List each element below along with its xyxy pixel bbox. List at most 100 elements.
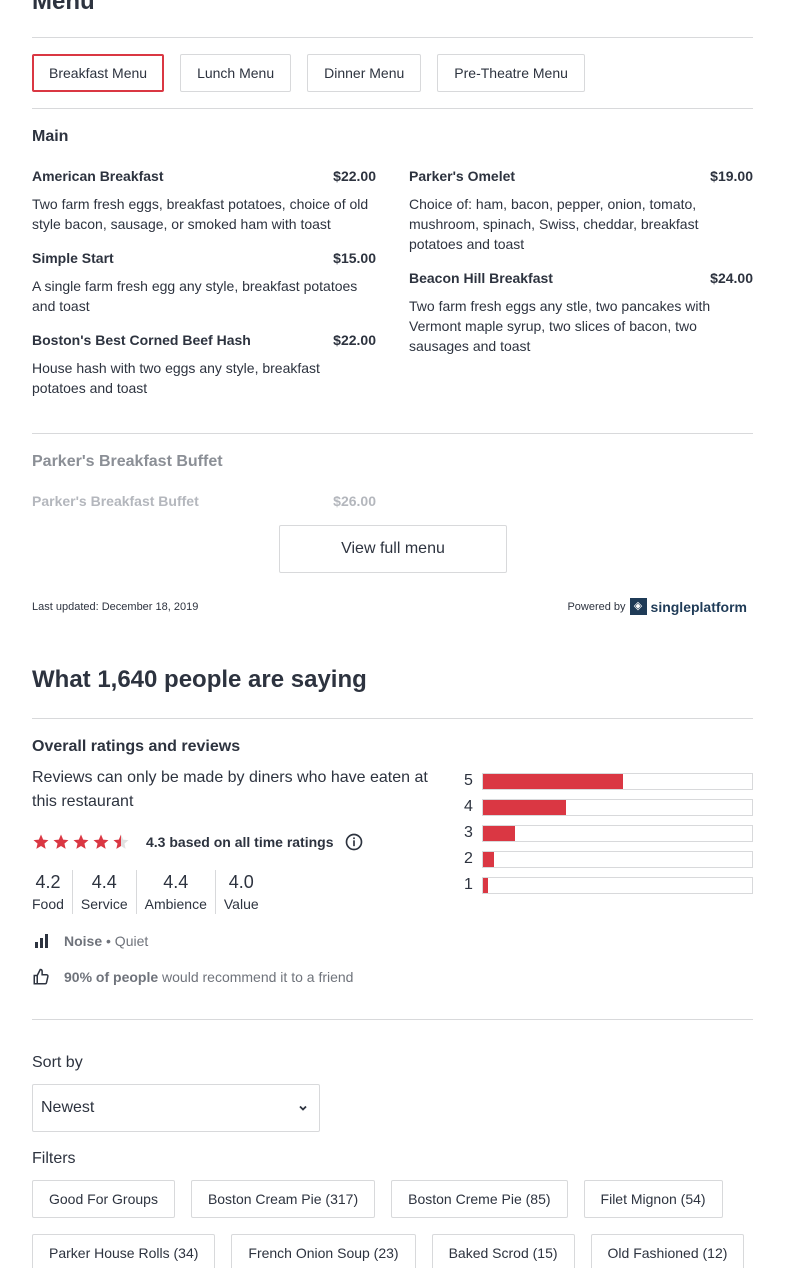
rating-bar-star: 1 [464,876,473,893]
menu-item-description: Choice of: ham, bacon, pepper, onion, to… [409,196,699,252]
overall-rating-text: 4.3 based on all time ratings [146,834,334,850]
menu-item-price: $22.00 [333,168,376,184]
tab-breakfast-menu[interactable]: Breakfast Menu [32,54,165,92]
page-title: Menu [32,0,95,15]
sort-select[interactable]: Newest [32,1084,320,1132]
rating-bar-track [482,824,753,842]
chevron-down-icon [299,1105,307,1111]
noise-value: • Quiet [106,933,149,949]
star-icon [33,834,49,849]
subrating-label: Food [32,896,64,912]
menu-item-name: Parker's Breakfast Buffet [32,493,199,509]
menu-column-right: Parker's Omelet $19.00 Choice of: ham, ba… [409,166,753,370]
menu-item-description: Two farm fresh eggs any stle, two pancak… [409,298,711,354]
tab-dinner-menu[interactable]: Dinner Menu [307,54,422,92]
sort-selected-value: Newest [41,1099,95,1116]
divider [32,433,753,434]
thumbs-up-icon [33,968,49,985]
menu-item-name: American Breakfast [32,168,164,184]
filter-chip[interactable]: Old Fashioned (12) [590,1234,745,1268]
rating-bar-row[interactable]: 5 [464,768,753,794]
noise-level: Noise • Quiet [32,932,148,950]
filter-chip[interactable]: Baked Scrod (15) [431,1234,575,1268]
filter-chip[interactable]: Filet Mignon (54) [583,1180,723,1218]
sub-ratings: 4.2 Food 4.4 Service 4.4 Ambience 4.0 Value [32,870,267,914]
rating-bar-fill [483,877,489,893]
rating-bar-fill [483,851,494,867]
divider [32,37,753,38]
menu-item: Simple Start $15.00 A single farm fresh e… [32,248,376,316]
divider [32,108,753,109]
menu-section-title: Parker's Breakfast Buffet [32,453,223,470]
rating-bar-row[interactable]: 2 [464,846,753,872]
menu-item: Parker's Omelet $19.00 Choice of: ham, ba… [409,166,753,254]
menu-item-name: Boston's Best Corned Beef Hash [32,332,251,348]
half-star-icon [113,834,129,849]
subrating-value: 4.4 [91,872,117,892]
singleplatform-logo[interactable]: ◈ singleplatform [629,598,747,615]
menu-section-title: Main [32,128,69,145]
rating-bar-row[interactable]: 1 [464,872,753,898]
filter-chip[interactable]: Parker House Rolls (34) [32,1234,216,1268]
menu-item-price: $19.00 [710,168,753,184]
filter-chip[interactable]: French Onion Soup (23) [231,1234,416,1268]
filter-chip[interactable]: Boston Cream Pie (317) [190,1180,376,1218]
noise-bars-icon [35,934,48,948]
tab-pre-theatre-menu[interactable]: Pre-Theatre Menu [437,54,585,92]
filter-chip[interactable]: Good For Groups [32,1180,175,1218]
menu-item-name: Parker's Omelet [409,168,516,184]
singleplatform-brand: singleplatform [650,598,747,615]
star-icon [93,834,109,849]
filter-chip[interactable]: Boston Creme Pie (85) [391,1180,568,1218]
view-full-menu-button[interactable]: View full menu [279,525,507,573]
star-icon [53,834,69,849]
menu-item-price: $26.00 [333,493,376,509]
divider [32,718,753,719]
menu-item-description: House hash with two eggs any style, brea… [32,360,320,396]
noise-label: Noise [64,933,103,949]
rating-bar-star: 4 [464,798,473,815]
rating-bar-row[interactable]: 3 [464,820,753,846]
rating-bar-fill [483,825,516,841]
singleplatform-logo-icon: ◈ [629,598,647,615]
subrating-value: 4.0 [228,872,254,892]
menu-item-name: Simple Start [32,250,114,266]
rating-bar-track [482,772,753,790]
rating-bar-star: 2 [464,850,473,867]
subrating-value: 4.4 [163,872,189,892]
rating-bar-fill [483,773,623,789]
rating-bar-star: 3 [464,824,473,841]
menu-item-price: $15.00 [333,250,376,266]
subrating-food: 4.2 Food [32,870,72,914]
rating-bar-track [482,876,753,894]
overall-stars: 4.3 based on all time ratings [32,832,364,852]
rating-bar-row[interactable]: 4 [464,794,753,820]
rating-bar-track [482,850,753,868]
sort-label: Sort by [32,1054,83,1071]
subrating-ambience: 4.4 Ambience [135,870,215,914]
subrating-label: Service [80,896,128,912]
reviews-note: Reviews can only be made by diners who h… [32,769,428,810]
subrating-value-score: 4.0 Value [214,870,267,914]
recommend-text: would recommend it to a friend [162,969,354,985]
menu-item: American Breakfast $22.00 Two farm fresh … [32,166,376,234]
subrating-label: Value [223,896,259,912]
menu-item-price: $24.00 [710,270,753,286]
last-updated: Last updated: December 18, 2019 [32,601,199,613]
star-icon [73,834,89,849]
powered-by: Powered by ◈ singleplatform [567,598,747,615]
powered-by-label: Powered by [567,600,626,613]
tab-lunch-menu[interactable]: Lunch Menu [180,54,292,92]
reviews-title: What 1,640 people are saying [32,666,367,693]
info-icon[interactable] [344,832,364,852]
menu-item-name: Beacon Hill Breakfast [409,270,553,286]
subrating-value: 4.2 [35,872,61,892]
menu-item: Boston's Best Corned Beef Hash $22.00 Hou… [32,330,376,398]
filters-label: Filters [32,1150,76,1167]
rating-distribution: 5 4 3 2 1 [464,768,753,898]
rating-bar-star: 5 [464,772,473,789]
menu-item-faded: Parker's Breakfast Buffet $26.00 [32,491,376,519]
subrating-label: Ambience [144,896,207,912]
subrating-service: 4.4 Service [71,870,136,914]
rating-bar-fill [483,799,567,815]
